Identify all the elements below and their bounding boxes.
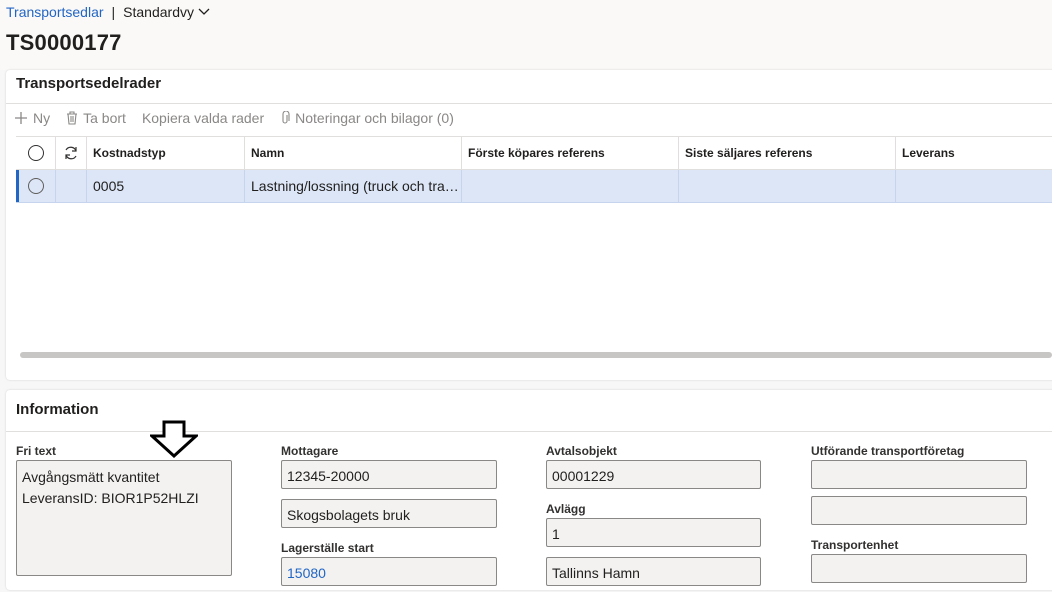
avtalsobjekt-label: Avtalsobjekt — [546, 444, 617, 458]
refresh-icon[interactable] — [56, 137, 87, 169]
copy-button-label: Kopiera valda rader — [141, 110, 265, 126]
transportenhet-field[interactable] — [811, 554, 1027, 583]
avlagg-name-field[interactable]: Tallinns Hamn — [546, 557, 761, 586]
transportenhet-label: Transportenhet — [811, 538, 899, 552]
cell-leverans[interactable] — [896, 170, 1052, 202]
mottagare-label: Mottagare — [281, 444, 339, 458]
breadcrumb-separator: | — [111, 4, 116, 20]
fri-text-field[interactable]: Avgångsmätt kvantitet LeveransID: BIOR1P… — [16, 460, 232, 576]
chevron-down-icon — [198, 8, 210, 15]
grid-header: Kostnadstyp Namn Förste köpares referens… — [16, 136, 1052, 170]
table-row[interactable]: 0005 Lastning/lossning (truck och tra… — [16, 170, 1052, 203]
row-select-radio[interactable] — [16, 170, 56, 202]
cell-kostnadstyp[interactable]: 0005 — [87, 170, 245, 202]
column-header-forste-kopares-referens[interactable]: Förste köpares referens — [462, 137, 679, 169]
breadcrumb-link[interactable]: Transportsedlar — [6, 4, 104, 20]
lagerstalle-start-field[interactable]: 15080 — [281, 557, 497, 586]
transportforetag-label: Utförande transportföretag — [811, 444, 965, 458]
cell-namn[interactable]: Lastning/lossning (truck och tra… — [245, 170, 462, 202]
column-header-siste-saljares-referens[interactable]: Siste säljares referens — [679, 137, 896, 169]
lines-grid: Kostnadstyp Namn Förste köpares referens… — [16, 136, 1052, 203]
delete-button-label: Ta bort — [83, 110, 126, 126]
new-button-label: Ny — [33, 110, 51, 126]
notes-attachments-button[interactable]: Noteringar och bilagor (0) — [280, 110, 454, 126]
breadcrumb: Transportsedlar | Standardvy — [6, 4, 210, 20]
mottagare-id-field[interactable]: 12345-20000 — [281, 460, 497, 489]
fri-text-label: Fri text — [16, 444, 57, 458]
row-status-cell — [56, 170, 87, 202]
transportforetag-id-field[interactable] — [811, 460, 1027, 489]
plus-icon — [15, 112, 27, 124]
copy-selected-rows-button[interactable]: Kopiera valda rader — [142, 110, 264, 126]
select-all-checkbox[interactable] — [16, 137, 56, 169]
notes-button-label: Noteringar och bilagor (0) — [295, 110, 454, 126]
transportforetag-name-field[interactable] — [811, 496, 1027, 525]
column-header-namn[interactable]: Namn — [245, 137, 462, 169]
page-header: Transportsedlar | Standardvy TS0000177 — [0, 0, 1052, 70]
avlagg-id-field[interactable]: 1 — [546, 518, 761, 547]
new-button[interactable]: Ny — [14, 110, 50, 126]
column-header-leverans[interactable]: Leverans — [896, 137, 1052, 169]
cell-siste-saljares-referens[interactable] — [679, 170, 896, 202]
cell-forste-kopares-referens[interactable] — [462, 170, 679, 202]
horizontal-scrollbar[interactable] — [20, 352, 1052, 358]
information-section-title[interactable]: Information — [16, 401, 99, 418]
avtalsobjekt-field[interactable]: 00001229 — [546, 460, 761, 489]
lagerstalle-start-label: Lagerställe start — [281, 541, 374, 555]
page-title: TS0000177 — [6, 30, 122, 55]
view-selector[interactable]: Standardvy — [123, 4, 210, 20]
paperclip-icon — [282, 111, 290, 124]
mottagare-name-field[interactable]: Skogsbolagets bruk — [281, 499, 497, 528]
trash-icon — [67, 111, 78, 125]
delete-button[interactable]: Ta bort — [66, 110, 126, 126]
lines-section-title[interactable]: Transportsedelrader — [16, 75, 161, 92]
divider — [6, 103, 1052, 104]
avlagg-label: Avlägg — [546, 502, 586, 516]
view-label: Standardvy — [123, 4, 194, 20]
column-header-kostnadstyp[interactable]: Kostnadstyp — [87, 137, 245, 169]
arrow-down-icon — [150, 420, 198, 458]
lines-toolbar: Ny Ta bort Kopiera valda rader Noteringa… — [14, 110, 454, 126]
